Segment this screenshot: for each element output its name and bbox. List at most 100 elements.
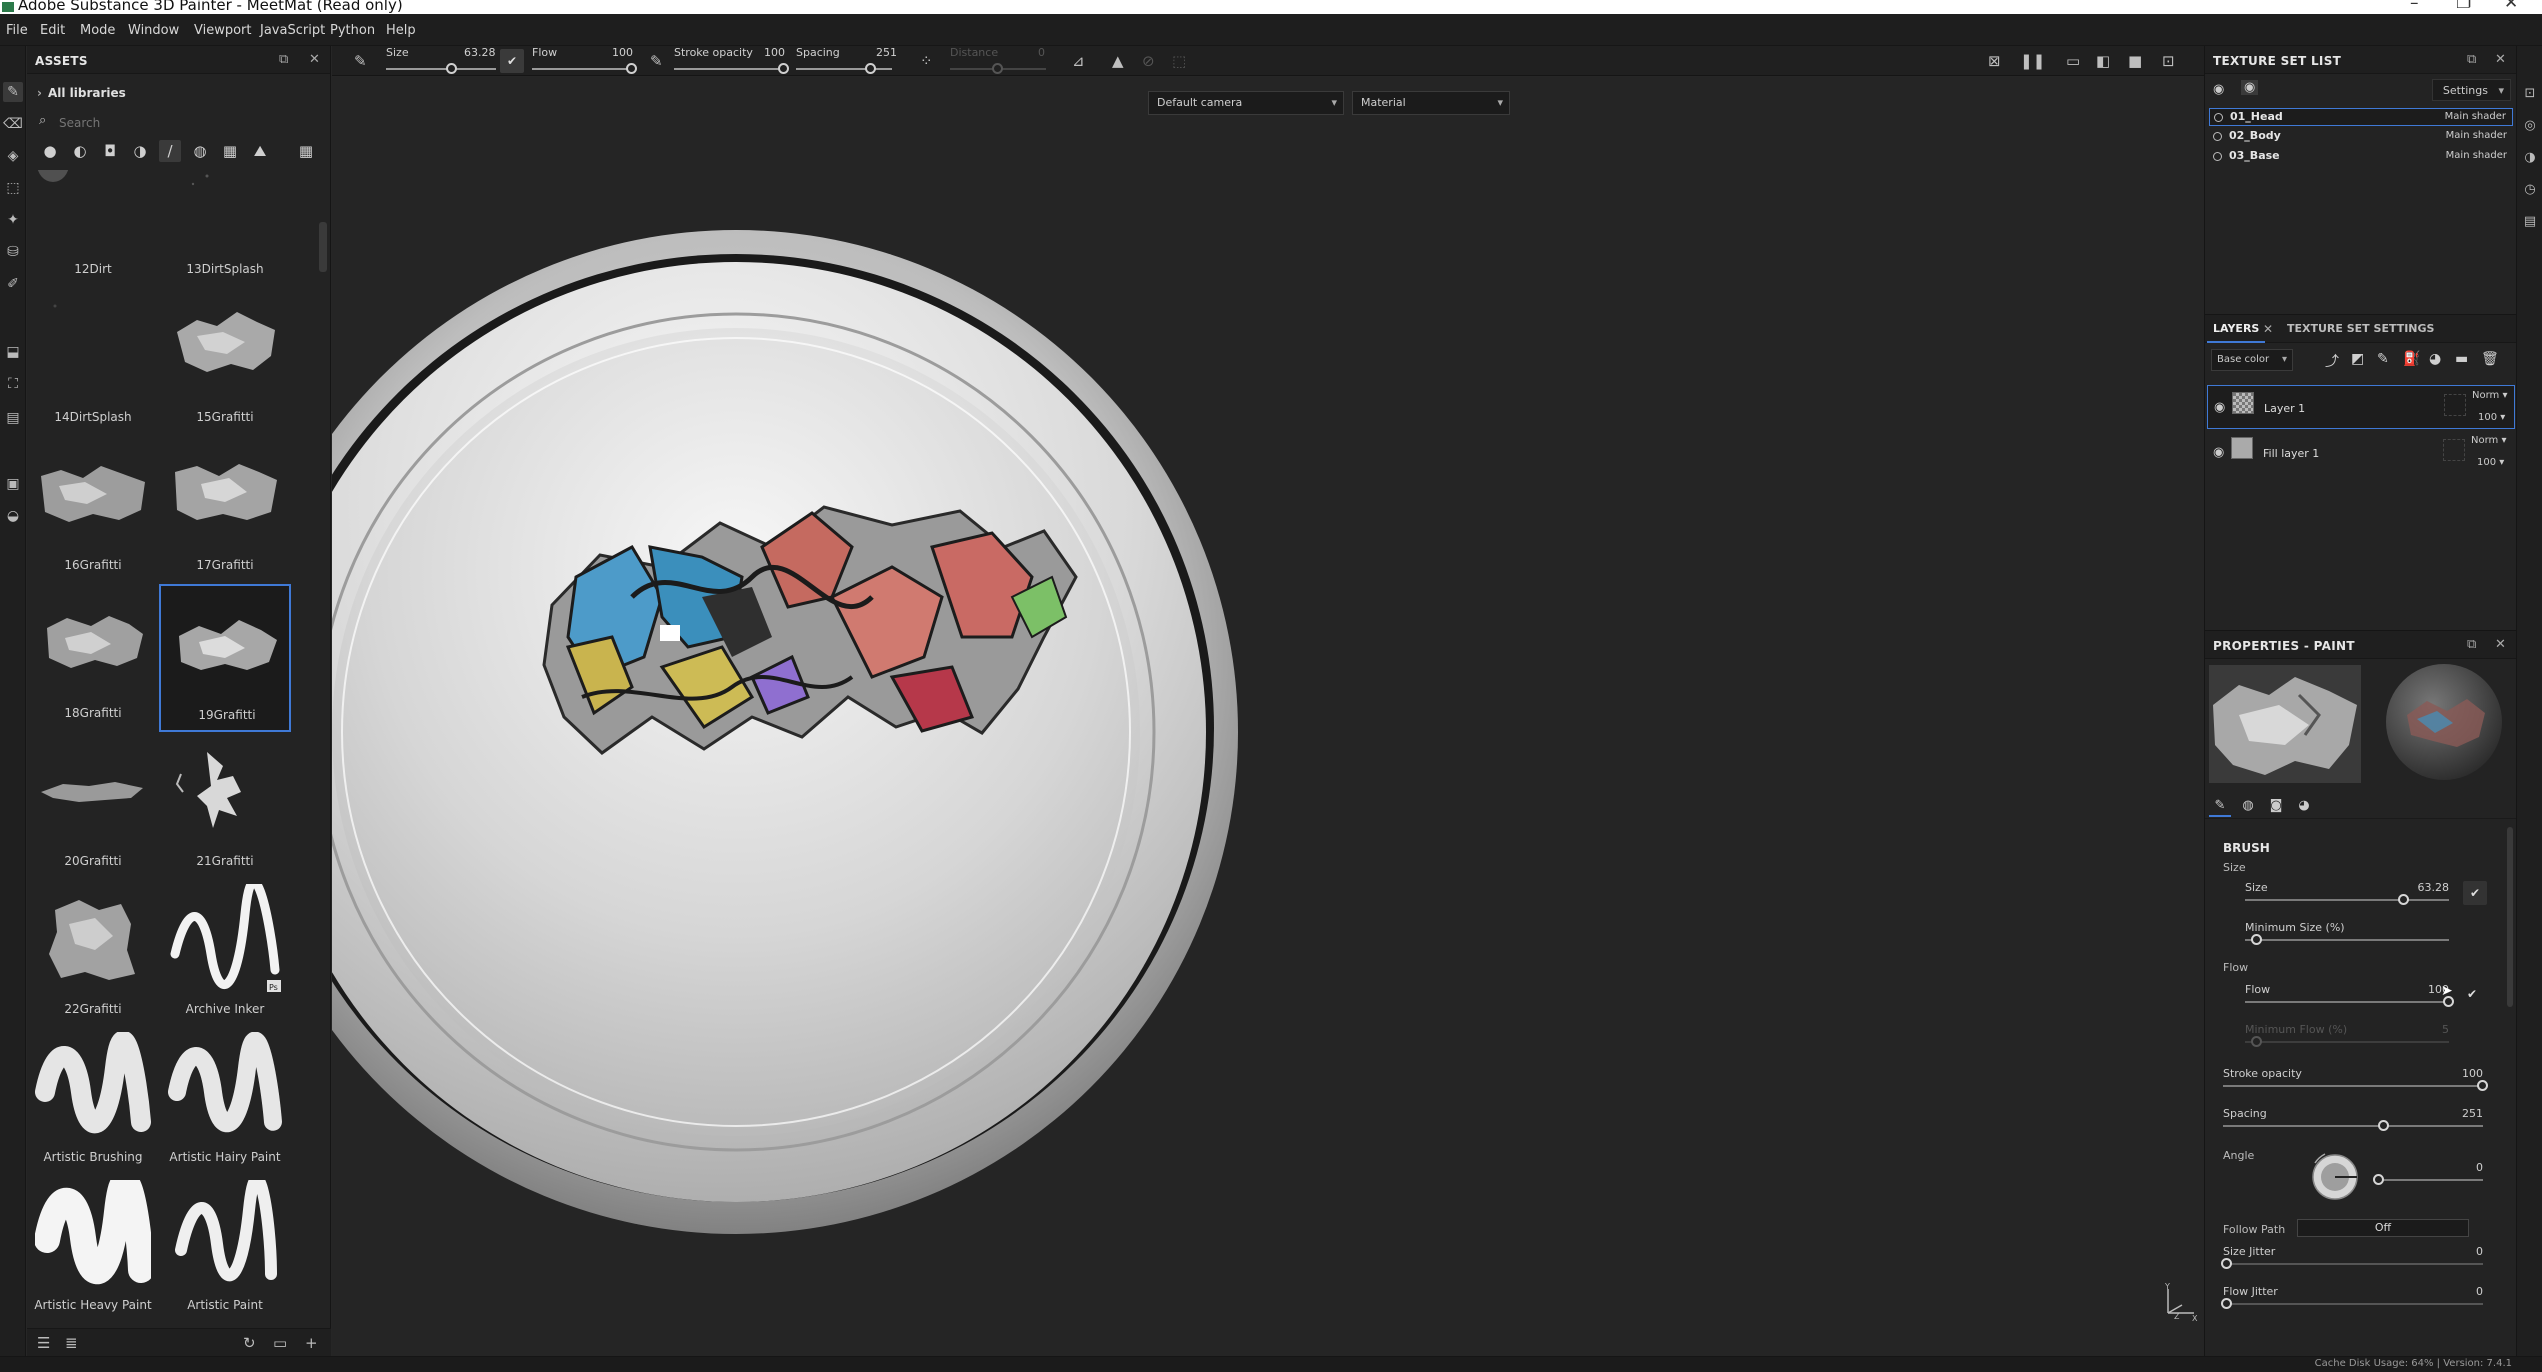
all-libraries[interactable]: › All libraries (37, 86, 126, 100)
stroke-opacity-handle[interactable] (2477, 1080, 2488, 1091)
bake-icon[interactable]: ⬓ (3, 342, 23, 362)
add-mask-icon[interactable]: ◩ (2351, 351, 2364, 367)
brush-preset-icon[interactable]: ✎ (354, 52, 367, 70)
size-handle[interactable] (2398, 894, 2410, 905)
history-icon[interactable]: ◷ (2522, 182, 2538, 198)
add-effect-icon[interactable]: ⤴ (2325, 351, 2339, 371)
search-input[interactable] (59, 112, 319, 134)
size-jitter-track[interactable] (2223, 1263, 2483, 1265)
size-track[interactable] (2245, 899, 2449, 901)
asset-tile[interactable]: 14DirtSplash (27, 288, 159, 436)
close-panel-icon[interactable]: ✕ (2495, 52, 2506, 67)
flow-slider[interactable]: Flow 100 (2245, 983, 2454, 1011)
radio-icon[interactable] (2213, 152, 2222, 161)
menu-edit[interactable]: Edit (40, 23, 65, 38)
min-flow-handle[interactable] (2251, 1036, 2263, 1047)
add-smart-material-icon[interactable]: ◕ (2429, 351, 2441, 367)
texture-set-shader[interactable]: Main shader (2446, 130, 2507, 141)
asset-tile[interactable]: 17Grafitti (159, 436, 291, 584)
angle-track[interactable] (2375, 1179, 2483, 1181)
filter-masks-icon[interactable]: ◘ (99, 140, 121, 162)
asset-tile[interactable]: Ps Archive Inker (159, 880, 291, 1028)
stroke-opacity-track[interactable] (2223, 1085, 2483, 1087)
asset-tile[interactable]: 16Grafitti (27, 436, 159, 584)
add-paint-layer-icon[interactable]: ✎ (2377, 351, 2389, 367)
close-icon[interactable]: ✕ (2504, 0, 2518, 12)
camera-select[interactable]: Default camera ▾ (1148, 91, 1344, 115)
asset-tile[interactable]: 12Dirt (27, 170, 159, 288)
undock-icon[interactable]: ⧉ (279, 52, 288, 67)
texture-set-row[interactable]: 03_Base Main shader (2209, 148, 2513, 166)
display-settings-icon[interactable]: ▣ (3, 474, 23, 494)
filter-textures-icon[interactable]: ▦ (219, 140, 241, 162)
angle-handle[interactable] (2373, 1174, 2384, 1185)
toolbar-size-handle[interactable] (446, 63, 457, 74)
flow-jitter-handle[interactable] (2221, 1298, 2232, 1309)
pause-icon[interactable]: ❚❚ (2020, 52, 2045, 70)
asset-tile[interactable]: Artistic Heavy Paint (27, 1176, 159, 1324)
flow-jitter-slider[interactable]: Flow Jitter 0 (2221, 1285, 2483, 1313)
layer-opacity[interactable]: 100 ▾ (2478, 412, 2505, 423)
asset-tile[interactable]: 22Grafitti (27, 880, 159, 1028)
flow-jitter-track[interactable] (2223, 1303, 2483, 1305)
tab-layers[interactable]: LAYERS (2207, 315, 2266, 343)
menu-file[interactable]: File (6, 23, 28, 38)
stroke-opacity-slider[interactable]: Stroke opacity 100 (2223, 1067, 2488, 1095)
close-panel-icon[interactable]: ✕ (309, 52, 320, 67)
asset-tile[interactable]: 15Grafitti (159, 288, 291, 436)
angle-dial[interactable] (2307, 1149, 2363, 1205)
size-jitter-handle[interactable] (2221, 1258, 2232, 1269)
flow-track[interactable] (2245, 1001, 2449, 1003)
min-size-track[interactable] (2245, 939, 2449, 941)
asset-tile[interactable]: Artistic Paint (159, 1176, 291, 1324)
layer-row[interactable]: ◉ Layer 1 Norm ▾ 100 ▾ (2207, 385, 2515, 429)
spacing-handle[interactable] (2378, 1120, 2390, 1131)
folder-icon[interactable]: ▭ (273, 1334, 287, 1352)
mirror-icon[interactable]: ▲ (1112, 52, 1124, 70)
display-settings-icon[interactable]: ◎ (2522, 118, 2538, 134)
refresh-icon[interactable]: ↻ (243, 1334, 256, 1352)
layer-visibility-icon[interactable]: ◉ (2214, 400, 2225, 415)
viewport-2d-icon[interactable]: ▭ (2066, 52, 2080, 70)
geometry-mask-icon[interactable]: ⬚ (3, 178, 23, 198)
spacing-track[interactable] (2223, 1125, 2483, 1127)
layer-visibility-icon[interactable]: ◉ (2213, 445, 2224, 460)
min-size-handle[interactable] (2251, 934, 2263, 945)
toolbar-stroke-opacity-handle[interactable] (778, 63, 789, 74)
assets-scrollbar[interactable] (319, 222, 327, 272)
texture-set-settings-dropdown[interactable]: Settings ▾ (2431, 79, 2511, 101)
filter-environments-icon[interactable]: ⛰ (249, 140, 271, 162)
list-view-icon[interactable]: ≣ (65, 1334, 78, 1352)
channel-select[interactable]: Base color ▾ (2211, 349, 2293, 371)
layer-mask-slot[interactable] (2443, 439, 2465, 461)
menu-viewport[interactable]: Viewport (194, 23, 252, 38)
asset-tile[interactable]: 13DirtSplash (159, 170, 291, 288)
filter-generators-icon[interactable]: ◑ (129, 140, 151, 162)
filter-brushes-icon[interactable]: / (159, 140, 181, 162)
add-folder-icon[interactable]: ▬ (2455, 351, 2468, 367)
color-picker-icon[interactable]: ✐ (3, 274, 23, 294)
spacing-slider[interactable]: Spacing 251 (2223, 1107, 2483, 1135)
transform-icon[interactable]: ⬚ (1172, 52, 1186, 70)
clone-stamp-icon[interactable]: ⛁ (3, 242, 23, 262)
display-mode-select[interactable]: Material ▾ (1352, 91, 1510, 115)
tab-texture-set-settings[interactable]: TEXTURE SET SETTINGS (2281, 315, 2440, 343)
menu-help[interactable]: Help (386, 23, 416, 38)
eraser-icon[interactable]: ⌫ (3, 114, 23, 134)
pen-pressure-icon[interactable]: ✎ (650, 52, 663, 70)
viewport-3d[interactable]: Default camera ▾ Material ▾ Y Z X (332, 77, 2204, 1356)
size-slider[interactable]: Size 63.28 (2245, 881, 2449, 909)
tab-stencil-icon[interactable]: ◙ (2265, 795, 2287, 817)
texture-set-shader[interactable]: Main shader (2445, 111, 2506, 122)
smudge-icon[interactable]: ✦ (3, 210, 23, 230)
min-flow-slider[interactable]: Minimum Flow (%) 5 (2245, 1023, 2449, 1051)
flow-pen-pressure-icon[interactable]: ✔ (2467, 987, 2477, 1001)
add-fill-layer-icon[interactable]: ⛽ (2403, 351, 2420, 367)
layer-row[interactable]: ◉ Fill layer 1 Norm ▾ 100 ▾ (2207, 431, 2515, 475)
toolbar-spacing-track[interactable] (796, 68, 892, 70)
fill-icon[interactable]: ⛶ (3, 374, 23, 394)
screenshot-icon[interactable]: ⊡ (2162, 52, 2175, 70)
properties-scrollbar[interactable] (2507, 827, 2513, 1007)
solo-eye-icon[interactable]: ◉ (2241, 80, 2259, 95)
filter-particles-icon[interactable]: ◍ (189, 140, 211, 162)
